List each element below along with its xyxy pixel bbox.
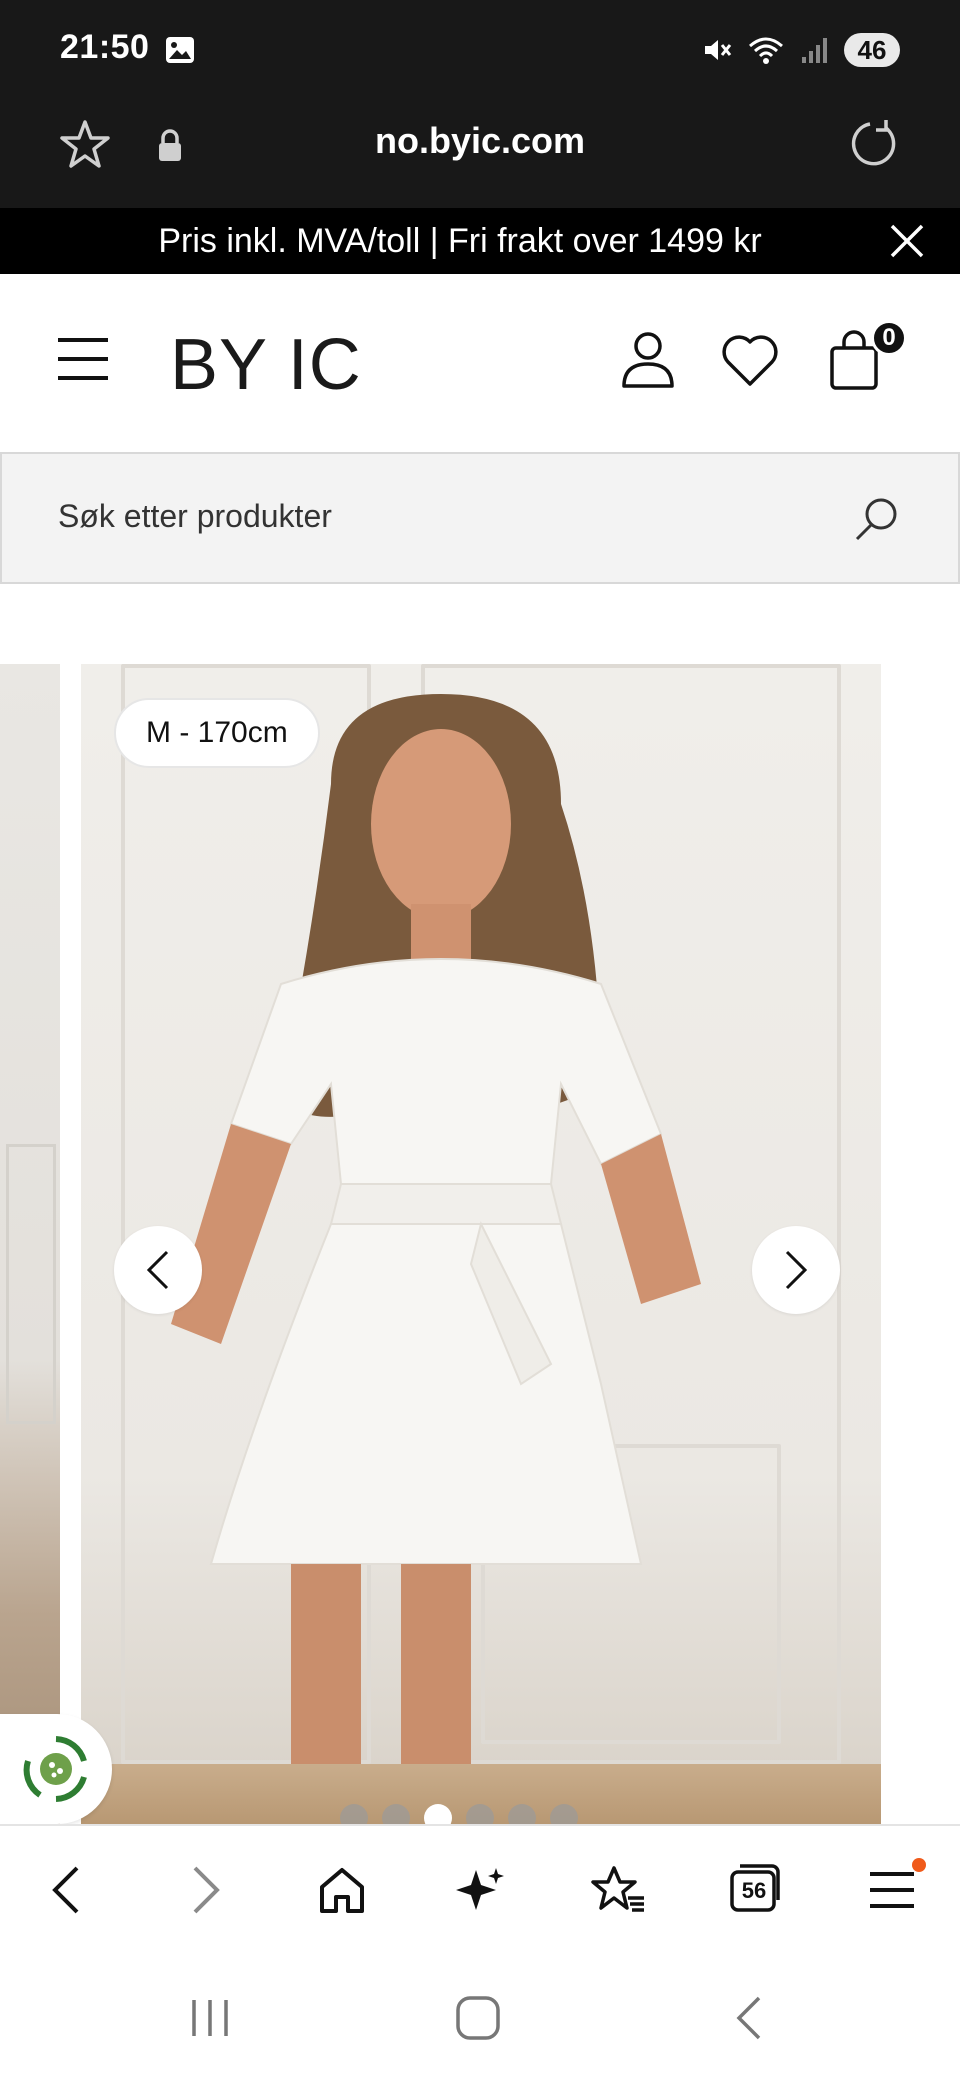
site-header: BY IC 0	[0, 274, 960, 452]
pagination-dot[interactable]	[508, 1804, 536, 1824]
wifi-icon	[749, 37, 783, 64]
battery-indicator: 46	[844, 33, 900, 67]
arrow-right-icon	[193, 1866, 220, 1914]
sustainability-badge[interactable]	[0, 1714, 112, 1824]
model-size-badge: M - 170cm	[114, 698, 320, 768]
arrow-left-icon	[52, 1866, 79, 1914]
status-time: 21:50	[60, 28, 150, 66]
door-panel	[6, 1144, 56, 1424]
status-bar: 21:50 46	[0, 0, 960, 100]
url-address[interactable]: no.byic.com	[0, 120, 960, 162]
status-icons: 46	[702, 30, 900, 70]
gallery-notification-icon	[166, 37, 194, 63]
menu-icon	[870, 1872, 914, 1908]
pagination-dot[interactable]	[550, 1804, 578, 1824]
bookmark-star-icon	[591, 1866, 644, 1912]
browser-tabs-button[interactable]: 56	[724, 1860, 784, 1920]
browser-home-button[interactable]	[312, 1860, 372, 1920]
home-nav-button[interactable]	[448, 1988, 508, 2048]
pagination-dot[interactable]	[466, 1804, 494, 1824]
gallery-pagination-dots	[340, 1804, 578, 1824]
browser-forward-button[interactable]	[176, 1860, 236, 1920]
browser-bottom-toolbar: 56	[0, 1824, 960, 1952]
recent-apps-icon	[192, 2000, 228, 2036]
home-icon	[320, 1868, 364, 1913]
gallery-next-button[interactable]	[752, 1226, 840, 1314]
browser-menu-button[interactable]	[862, 1858, 926, 1920]
user-account-icon[interactable]	[620, 330, 676, 390]
home-nav-icon	[456, 1996, 500, 2040]
tab-count: 56	[741, 1878, 767, 1903]
browser-bookmarks-button[interactable]	[588, 1860, 648, 1920]
product-image-gallery[interactable]: M - 170cm	[0, 664, 960, 1824]
android-navigation-bar	[0, 1952, 960, 2080]
back-nav-icon	[736, 1996, 761, 2040]
recycle-leaf-icon	[23, 1736, 87, 1802]
notification-dot	[912, 1858, 926, 1872]
wishlist-heart-icon[interactable]	[720, 332, 780, 388]
gallery-prev-button[interactable]	[114, 1226, 202, 1314]
pagination-dot[interactable]	[340, 1804, 368, 1824]
recent-apps-button[interactable]	[180, 1988, 240, 2048]
browser-back-button[interactable]	[36, 1860, 96, 1920]
menu-icon[interactable]	[56, 336, 110, 382]
chevron-right-icon	[785, 1250, 808, 1290]
chevron-left-icon	[146, 1250, 169, 1290]
cart-count-badge: 0	[871, 320, 907, 356]
signal-icon	[802, 38, 827, 63]
search-icon[interactable]	[852, 494, 902, 544]
brand-logo[interactable]: BY IC	[170, 324, 362, 406]
close-icon[interactable]	[888, 222, 926, 260]
back-nav-button[interactable]	[718, 1988, 778, 2048]
search-input[interactable]: Søk etter produkter	[0, 452, 960, 584]
promo-banner: Pris inkl. MVA/toll | Fri frakt over 149…	[0, 208, 960, 274]
search-placeholder: Søk etter produkter	[58, 498, 332, 534]
sparkle-icon	[456, 1868, 504, 1910]
browser-assistant-button[interactable]	[450, 1860, 510, 1920]
reload-icon[interactable]	[846, 116, 902, 172]
pagination-dot-active[interactable]	[424, 1804, 452, 1824]
pagination-dot[interactable]	[382, 1804, 410, 1824]
promo-text: Pris inkl. MVA/toll | Fri frakt over 149…	[158, 222, 762, 260]
mute-icon	[705, 40, 732, 60]
previous-slide-peek[interactable]	[0, 664, 60, 1824]
browser-url-bar: no.byic.com	[0, 100, 960, 208]
